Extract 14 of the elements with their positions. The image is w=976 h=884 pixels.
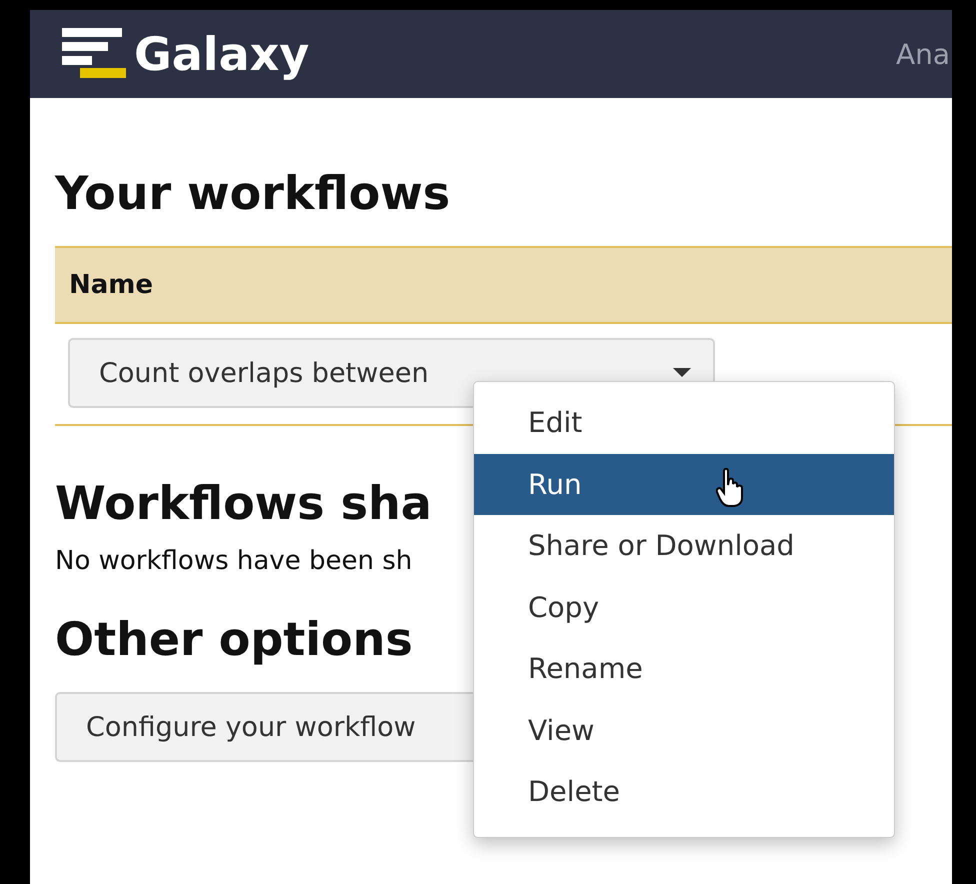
logo-icon bbox=[62, 28, 128, 80]
menu-item[interactable]: Run bbox=[474, 454, 894, 515]
section-heading: Other options bbox=[55, 611, 413, 668]
section-heading: Your workflows bbox=[55, 165, 450, 222]
menu-item[interactable]: Copy bbox=[474, 576, 894, 638]
hand-cursor-icon bbox=[716, 468, 746, 508]
menu-item[interactable]: Share or Download bbox=[474, 515, 894, 576]
nav-link[interactable]: Ana bbox=[896, 38, 950, 70]
brand-name[interactable]: Galaxy bbox=[134, 27, 310, 81]
section-heading: Workflows sha bbox=[55, 475, 432, 532]
column-header: Name bbox=[69, 270, 154, 300]
caret-icon bbox=[673, 368, 691, 378]
menu-item[interactable]: Delete bbox=[474, 761, 894, 822]
empty-message: No workflows have been sh bbox=[55, 546, 412, 576]
